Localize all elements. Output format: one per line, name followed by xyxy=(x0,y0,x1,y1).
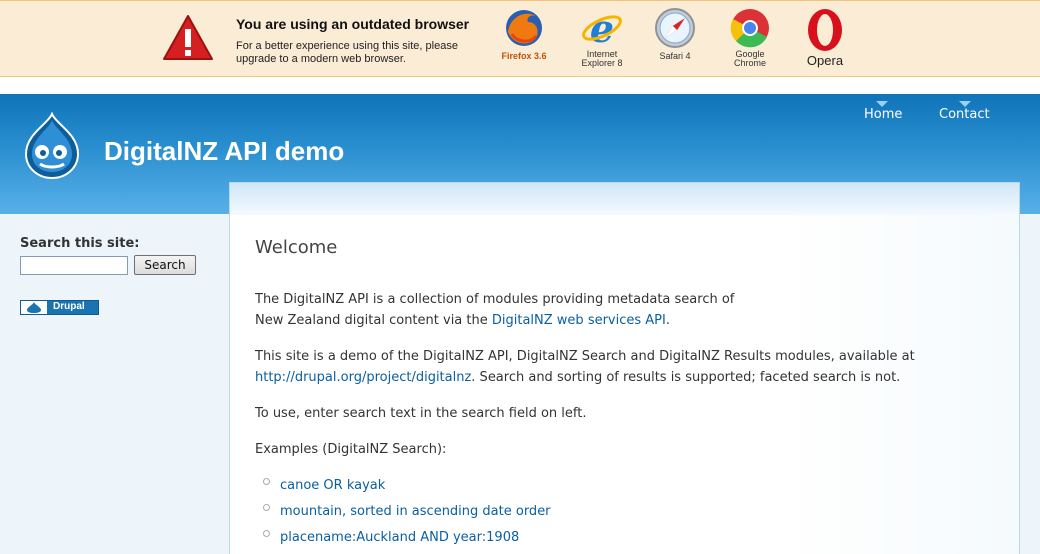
nav-contact-label: Contact xyxy=(939,107,990,122)
search-button[interactable]: Search xyxy=(134,255,196,275)
drupal-project-link[interactable]: http://drupal.org/project/digitalnz xyxy=(255,370,471,385)
digitalnz-web-services-api-link[interactable]: DigitalNZ web services API xyxy=(492,313,666,328)
bullet-icon xyxy=(263,478,270,485)
nav-contact[interactable]: Contact xyxy=(939,101,990,122)
search-input[interactable] xyxy=(20,256,128,275)
banner-spacer xyxy=(0,77,1040,94)
bullet-icon xyxy=(263,530,270,537)
usage-paragraph: To use, enter search text in the search … xyxy=(255,406,587,421)
nav-indicator-icon xyxy=(959,101,971,107)
opera-label: Opera xyxy=(806,53,844,68)
page-title: Welcome xyxy=(255,237,338,258)
drupal-logo-icon[interactable] xyxy=(20,112,84,180)
intro-paragraph: The DigitalNZ API is a collection of mod… xyxy=(255,289,755,331)
opera-link[interactable]: Opera xyxy=(793,6,857,72)
example-link-mountain[interactable]: mountain, sorted in ascending date order xyxy=(280,504,551,519)
nav-indicator-icon xyxy=(876,101,888,107)
firefox-label: Firefox 3.6 xyxy=(501,51,547,61)
banner-text: For a better experience using this site,… xyxy=(236,40,458,65)
demo-paragraph: This site is a demo of the DigitalNZ API… xyxy=(255,346,945,388)
list-item: canoe OR kayak xyxy=(263,475,551,501)
drupal-drop-icon xyxy=(21,301,47,314)
safari-link[interactable]: Safari 4 xyxy=(643,6,707,72)
list-item: mountain, sorted in ascending date order xyxy=(263,501,551,527)
chrome-link[interactable]: Google Chrome xyxy=(718,6,782,72)
main-content: Welcome The DigitalNZ API is a collectio… xyxy=(229,182,1020,554)
nav-home-label: Home xyxy=(864,107,903,122)
demo-text: This site is a demo of the DigitalNZ API… xyxy=(255,349,915,364)
sidebar: Search this site: Search Drupal xyxy=(20,236,220,315)
outdated-browser-banner: You are using an outdated browser For a … xyxy=(0,0,1040,77)
internet-explorer-label-line2: Explorer 8 xyxy=(581,58,623,68)
bullet-icon xyxy=(263,504,270,511)
drupal-badge-label: Drupal xyxy=(53,301,85,312)
internet-explorer-link[interactable]: e Internet Explorer 8 xyxy=(570,6,634,72)
banner-title: You are using an outdated browser xyxy=(236,16,470,32)
content-top-bar xyxy=(230,183,1019,215)
powered-by-drupal-badge[interactable]: Drupal xyxy=(20,300,99,315)
warning-icon xyxy=(163,15,213,60)
svg-text:e: e xyxy=(590,6,614,50)
opera-icon xyxy=(808,9,842,51)
example-link-canoe-kayak[interactable]: canoe OR kayak xyxy=(280,478,385,493)
intro-end: . xyxy=(665,313,670,328)
chrome-label-line2: Chrome xyxy=(733,58,766,68)
firefox-link[interactable]: Firefox 3.6 xyxy=(492,6,556,72)
demo-end: . Search and sorting of results is suppo… xyxy=(471,370,901,385)
firefox-icon xyxy=(506,10,542,46)
chrome-icon xyxy=(730,9,769,48)
safari-label: Safari 4 xyxy=(659,51,691,61)
list-item: placename:Auckland AND year:1908 xyxy=(263,527,551,553)
example-link-auckland-1908[interactable]: placename:Auckland AND year:1908 xyxy=(280,530,519,545)
search-label: Search this site: xyxy=(20,236,140,251)
examples-list: canoe OR kayak mountain, sorted in ascen… xyxy=(263,475,551,553)
internet-explorer-icon: e xyxy=(582,6,622,50)
site-name[interactable]: DigitalNZ API demo xyxy=(104,136,344,167)
examples-heading: Examples (DigitalNZ Search): xyxy=(255,442,447,457)
safari-icon xyxy=(655,8,695,48)
nav-home[interactable]: Home xyxy=(864,101,903,122)
